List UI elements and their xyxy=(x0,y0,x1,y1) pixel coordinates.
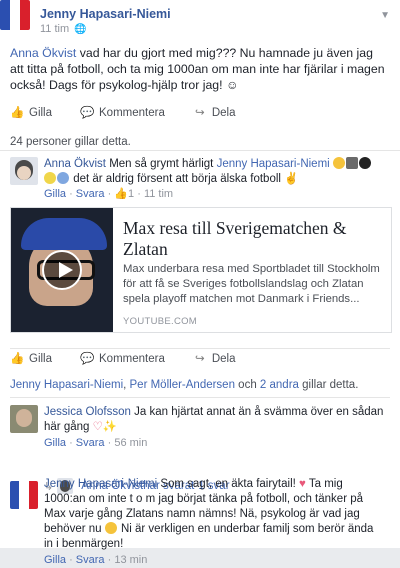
thumbnail-cap xyxy=(21,218,107,250)
comment-icon: 💬 xyxy=(80,107,95,119)
comment-anna: Anna Ökvist Men så grymt härligt Jenny H… xyxy=(10,157,390,200)
smile-emoji-icon xyxy=(104,522,117,534)
comment-avatar-jenny[interactable] xyxy=(10,481,38,509)
chevron-down-icon[interactable]: ▼ xyxy=(380,10,390,21)
comment-avatar-anna[interactable] xyxy=(10,157,38,185)
heart-emoji-icon: ♥ xyxy=(299,478,306,490)
post-text: Anna Ökvist vad har du gjort med mig??? … xyxy=(10,45,390,93)
post-time-text: 11 tim xyxy=(40,23,70,35)
comment-jessica: Jessica Olofsson Ja kan hjärtat annat än… xyxy=(10,405,390,449)
post-mention[interactable]: Anna Ökvist xyxy=(10,46,76,60)
likes-end: gillar detta. xyxy=(298,379,359,391)
sparkles-emoji-icon: ✨ xyxy=(102,421,118,433)
comment-author[interactable]: Anna Ökvist xyxy=(44,158,106,170)
comment-time: 56 min xyxy=(114,437,148,449)
comment-button[interactable]: 💬 Kommentera xyxy=(80,106,165,120)
author-name[interactable]: Jenny Hapasari-Niemi xyxy=(40,7,171,21)
link-title[interactable]: Max resa till Sverigematchen & Zlatan xyxy=(123,218,385,260)
thumbs-up-icon: 👍 xyxy=(10,353,25,365)
comment-like-count-text: 1 xyxy=(128,188,135,200)
comment-author[interactable]: Jenny Hapasari-Niemi xyxy=(44,478,157,490)
comment-author[interactable]: Jessica Olofsson xyxy=(44,406,131,418)
share-icon: ↪ xyxy=(195,353,205,365)
french-flag-avatar xyxy=(0,0,30,30)
comment-mention[interactable]: Jenny Hapasari-Niemi xyxy=(217,158,330,170)
comment-body: Jessica Olofsson Ja kan hjärtat annat än… xyxy=(44,405,384,451)
share-button[interactable]: ↪ Dela xyxy=(193,352,236,366)
hand-emoji-icon: ✌ xyxy=(284,173,299,185)
shared-actions: 👍 Gilla 💬 Kommentera ↪ Dela xyxy=(10,348,390,369)
video-thumbnail[interactable] xyxy=(11,208,113,332)
yellow-heart-icon xyxy=(44,172,56,184)
like-button[interactable]: 👍 Gilla xyxy=(10,106,52,120)
soccer-ball-icon xyxy=(358,157,371,169)
heart-emoji-icon: ♡ xyxy=(92,421,103,433)
comment-text: Men så grymt härligt xyxy=(106,158,217,170)
comment-text-2: det är aldrig försent att börja älska fo… xyxy=(70,173,285,185)
like-label: Gilla xyxy=(29,107,53,119)
post-likes-count[interactable]: 24 personer gillar detta. xyxy=(10,136,131,148)
comment-body: Jenny Hapasari-Niemi Som sagt, en äkta f… xyxy=(44,477,384,568)
share-label: Dela xyxy=(211,353,236,365)
comment-reply-button[interactable]: Svara xyxy=(76,437,105,449)
comment-meta: Gilla · Svara · 👍1 · 11 tim xyxy=(44,188,174,200)
likers-others[interactable]: 2 andra xyxy=(260,379,299,391)
thumbs-up-icon: 👍 xyxy=(114,188,129,200)
comment-like-button[interactable]: Gilla xyxy=(44,437,66,449)
comment-like-button[interactable]: Gilla xyxy=(44,554,66,566)
french-flag-avatar xyxy=(10,481,38,509)
comment-body: Anna Ökvist Men så grymt härligt Jenny H… xyxy=(44,157,384,202)
shared-likes-line: Jenny Hapasari-Niemi, Per Möller-Anderse… xyxy=(10,379,358,391)
blue-heart-icon xyxy=(57,172,69,184)
smile-emoji-icon xyxy=(332,157,345,169)
comment-time: 11 tim xyxy=(143,188,174,200)
comment-reply-button[interactable]: Svara xyxy=(76,188,105,200)
comment-like-button[interactable]: Gilla xyxy=(44,188,66,200)
comment-button[interactable]: 💬 Kommentera xyxy=(80,352,165,366)
thumbs-up-icon: 👍 xyxy=(10,107,25,119)
comment-time: 13 min xyxy=(114,554,148,566)
link-description: Max underbara resa med Sportbladet till … xyxy=(123,263,380,305)
share-label: Dela xyxy=(211,107,236,119)
comment-text: Som sagt, en äkta fairytail! xyxy=(157,478,300,490)
link-source: YOUTUBE.COM xyxy=(123,316,198,327)
comment-icon: 💬 xyxy=(80,353,95,365)
film-emoji-icon xyxy=(345,157,358,169)
likes-and: och xyxy=(234,379,260,391)
comment-meta: Gilla · Svara · 13 min xyxy=(44,554,148,566)
share-button[interactable]: ↪ Dela xyxy=(193,106,236,120)
share-icon: ↪ xyxy=(195,107,205,119)
post-actions: 👍 Gilla 💬 Kommentera ↪ Dela xyxy=(10,103,390,123)
comment-label: Kommentera xyxy=(99,107,165,119)
comment-label: Kommentera xyxy=(99,353,165,365)
like-label: Gilla xyxy=(29,353,53,365)
comment-reply-button[interactable]: Svara xyxy=(76,554,105,566)
comment-meta: Gilla · Svara · 56 min xyxy=(44,437,148,449)
globe-icon: 🌐 xyxy=(74,24,87,35)
author-avatar[interactable] xyxy=(0,0,30,30)
comment-like-count[interactable]: 👍1 xyxy=(114,188,134,200)
divider xyxy=(10,397,390,398)
comment-avatar-jessica[interactable] xyxy=(10,405,38,433)
shared-link-card[interactable]: Max resa till Sverigematchen & Zlatan Ma… xyxy=(10,207,392,333)
liker-2[interactable]: Per Möller-Andersen xyxy=(130,379,235,391)
post-timestamp[interactable]: 11 tim 🌐 xyxy=(40,23,87,35)
post-header: Jenny Hapasari-Niemi 11 tim 🌐 ▼ xyxy=(0,0,390,36)
like-button[interactable]: 👍 Gilla xyxy=(10,352,52,366)
liker-1[interactable]: Jenny Hapasari-Niemi xyxy=(10,379,123,391)
play-icon[interactable] xyxy=(42,250,82,290)
